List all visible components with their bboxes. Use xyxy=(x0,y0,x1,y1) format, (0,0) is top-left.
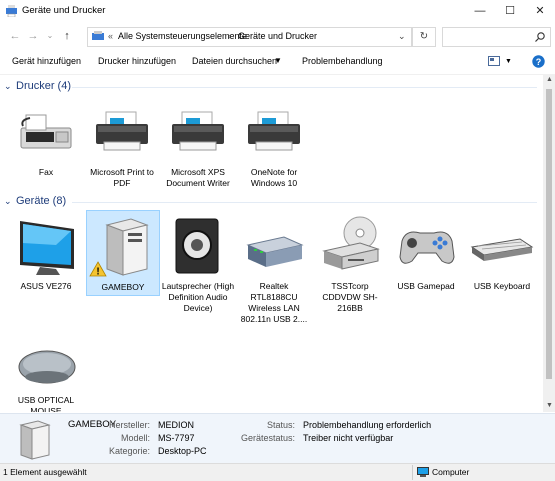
device-list: ⌄ Drucker (4) Fax Microsoft Print to PDF xyxy=(0,75,543,412)
keyboard-icon xyxy=(470,238,534,261)
add-printer-button[interactable]: Drucker hinzufügen xyxy=(98,56,176,66)
forward-button[interactable]: → xyxy=(25,28,41,44)
details-driver-label: Gerätestatus: xyxy=(240,433,295,443)
add-device-button[interactable]: Gerät hinzufügen xyxy=(12,56,81,66)
status-bar: 1 Element ausgewählt Computer xyxy=(0,463,555,481)
scrollbar-thumb[interactable] xyxy=(546,89,552,379)
device-item-usb-keyboard[interactable]: USB Keyboard xyxy=(470,213,534,298)
address-bar[interactable]: « Alle Systemsteuerungselemente › Geräte… xyxy=(87,27,412,47)
browse-files-dropdown-icon[interactable]: ▼ xyxy=(274,56,282,65)
device-label: Microsoft Print to PDF xyxy=(90,167,154,188)
breadcrumb-separator: › xyxy=(228,31,231,41)
back-button[interactable]: ← xyxy=(7,28,23,44)
optical-drive-icon xyxy=(322,216,380,270)
device-item-dvd-drive[interactable]: TSSTcorp CDDVDW SH-216BB xyxy=(318,213,382,313)
printer-icon xyxy=(172,111,224,151)
details-model-label: Modell: xyxy=(120,433,150,443)
device-item-gameboy[interactable]: ! GAMEBOY xyxy=(86,210,160,296)
minimize-button[interactable]: — xyxy=(465,0,495,22)
details-model-value: MS-7797 xyxy=(158,433,195,443)
device-item-usb-gamepad[interactable]: USB Gamepad xyxy=(394,213,458,298)
speaker-icon xyxy=(175,218,219,274)
device-item-fax[interactable]: Fax xyxy=(14,105,78,185)
command-bar: Gerät hinzufügen Drucker hinzufügen Date… xyxy=(0,50,555,75)
group-divider xyxy=(72,202,537,203)
chevron-down-icon[interactable]: ⌄ xyxy=(4,196,12,207)
device-item-asus-monitor[interactable]: ASUS VE276 xyxy=(14,213,78,298)
monitor-icon xyxy=(20,221,74,275)
device-label: Realtek RTL8188CU Wireless LAN 802.11n U… xyxy=(240,281,308,324)
details-category-label: Kategorie: xyxy=(108,446,150,456)
group-header-printers[interactable]: Drucker (4) xyxy=(16,80,71,92)
selection-count: 1 Element ausgewählt xyxy=(3,467,87,477)
device-item-xps-writer[interactable]: Microsoft XPS Document Writer xyxy=(166,105,230,188)
scroll-down-icon[interactable]: ▼ xyxy=(546,402,553,409)
device-label: Microsoft XPS Document Writer xyxy=(166,167,230,188)
device-label: USB OPTICAL MOUSE xyxy=(17,395,75,412)
device-item-realtek-wlan[interactable]: Realtek RTL8188CU Wireless LAN 802.11n U… xyxy=(241,213,307,328)
device-label: GAMEBOY xyxy=(101,282,145,292)
device-label: USB Keyboard xyxy=(473,281,531,291)
details-status-value: Problembehandlung erforderlich xyxy=(303,420,432,430)
mouse-icon xyxy=(18,350,76,384)
close-button[interactable]: ✕ xyxy=(525,0,555,22)
breadcrumb-overflow[interactable]: « xyxy=(108,31,113,41)
details-manufacturer-value: MEDION xyxy=(158,420,194,430)
details-driver-value: Treiber nicht verfügbar xyxy=(303,433,394,443)
up-button[interactable]: ↑ xyxy=(59,28,75,44)
chevron-down-icon[interactable]: ⌄ xyxy=(4,81,12,92)
scroll-up-icon[interactable]: ▲ xyxy=(546,76,553,83)
browse-files-button[interactable]: Dateien durchsuchen xyxy=(192,56,277,66)
devices-printers-icon xyxy=(6,5,17,17)
window-title: Geräte und Drucker xyxy=(22,5,106,16)
details-manufacturer-label: Hersteller: xyxy=(108,420,150,430)
desktop-pc-icon xyxy=(19,420,51,460)
group-divider xyxy=(72,87,537,88)
recent-dropdown-button[interactable]: ⌄ xyxy=(42,28,58,44)
device-item-onenote[interactable]: OneNote for Windows 10 xyxy=(242,105,306,188)
printer-icon xyxy=(248,111,300,151)
svg-text:!: ! xyxy=(96,267,99,278)
svg-text:?: ? xyxy=(536,57,542,67)
device-label: Fax xyxy=(38,167,54,177)
printer-icon xyxy=(96,111,148,151)
control-panel-icon xyxy=(92,31,104,40)
troubleshoot-button[interactable]: Problembehandlung xyxy=(302,56,383,66)
search-input[interactable] xyxy=(442,27,551,47)
zone-label: Computer xyxy=(432,467,470,477)
details-pane: GAMEBOY Hersteller: MEDION Modell: MS-77… xyxy=(0,413,555,464)
vertical-scrollbar[interactable]: ▲ ▼ xyxy=(543,75,555,412)
status-divider xyxy=(412,465,413,480)
fax-icon xyxy=(20,114,72,149)
details-status-label: Status: xyxy=(266,420,295,430)
search-icon xyxy=(535,32,545,42)
network-adapter-icon xyxy=(246,236,304,267)
help-icon[interactable]: ? xyxy=(532,55,545,68)
computer-icon xyxy=(417,467,429,477)
device-item-speaker[interactable]: Lautsprecher (High Definition Audio Devi… xyxy=(162,213,234,313)
details-category-value: Desktop-PC xyxy=(158,446,207,456)
breadcrumb-devices-printers[interactable]: Geräte und Drucker xyxy=(238,31,317,41)
group-header-devices[interactable]: Geräte (8) xyxy=(16,195,66,207)
address-dropdown-icon[interactable]: ⌄ xyxy=(398,31,406,42)
navigation-bar: ← → ⌄ ↑ « Alle Systemsteuerungselemente … xyxy=(0,22,555,50)
device-label: ASUS VE276 xyxy=(20,281,72,291)
warning-icon: ! xyxy=(89,261,107,277)
device-label: Lautsprecher (High Definition Audio Devi… xyxy=(161,281,235,313)
device-label: USB Gamepad xyxy=(397,281,455,291)
device-label: OneNote for Windows 10 xyxy=(250,167,298,188)
desktop-pc-icon xyxy=(105,218,149,276)
view-dropdown-icon[interactable]: ▼ xyxy=(505,58,512,65)
refresh-button[interactable]: ↻ xyxy=(412,27,436,47)
device-item-usb-mouse[interactable]: USB OPTICAL MOUSE xyxy=(14,345,78,412)
gamepad-icon xyxy=(399,231,455,264)
device-label: TSSTcorp CDDVDW SH-216BB xyxy=(322,281,378,313)
device-item-print-to-pdf[interactable]: Microsoft Print to PDF xyxy=(90,105,154,188)
maximize-button[interactable]: ☐ xyxy=(495,0,525,22)
title-bar: Geräte und Drucker — ☐ ✕ xyxy=(0,0,555,22)
view-options-icon[interactable] xyxy=(488,56,500,66)
